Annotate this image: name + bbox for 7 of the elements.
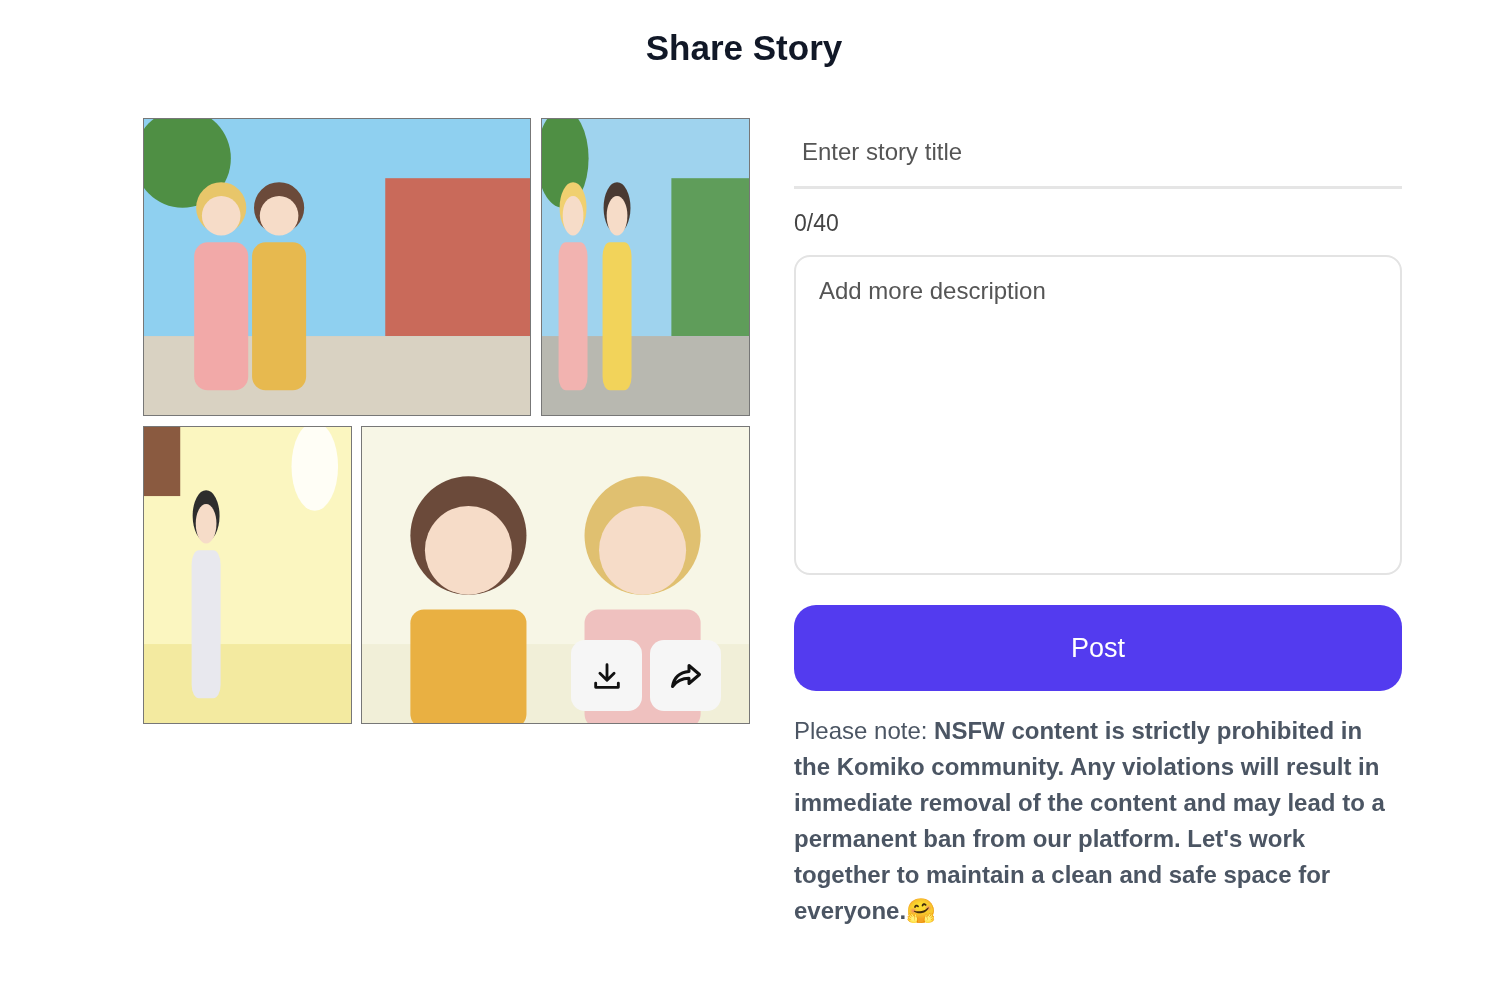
- post-button[interactable]: Post: [794, 605, 1402, 691]
- page-title: Share Story: [645, 28, 843, 68]
- download-button[interactable]: [571, 640, 642, 711]
- character-count: 0/40: [794, 210, 839, 237]
- note-text: Please note: NSFW content is strictly prohibited in the Komiko community. Any violations will result in immediate removal of the content and may lead to a permanent ban from our platform. Let's work together to maintain a clean and safe space for everyone.🤗: [794, 716, 1386, 926]
- description-field[interactable]: Add more description: [794, 255, 1402, 575]
- share-button[interactable]: [650, 640, 721, 711]
